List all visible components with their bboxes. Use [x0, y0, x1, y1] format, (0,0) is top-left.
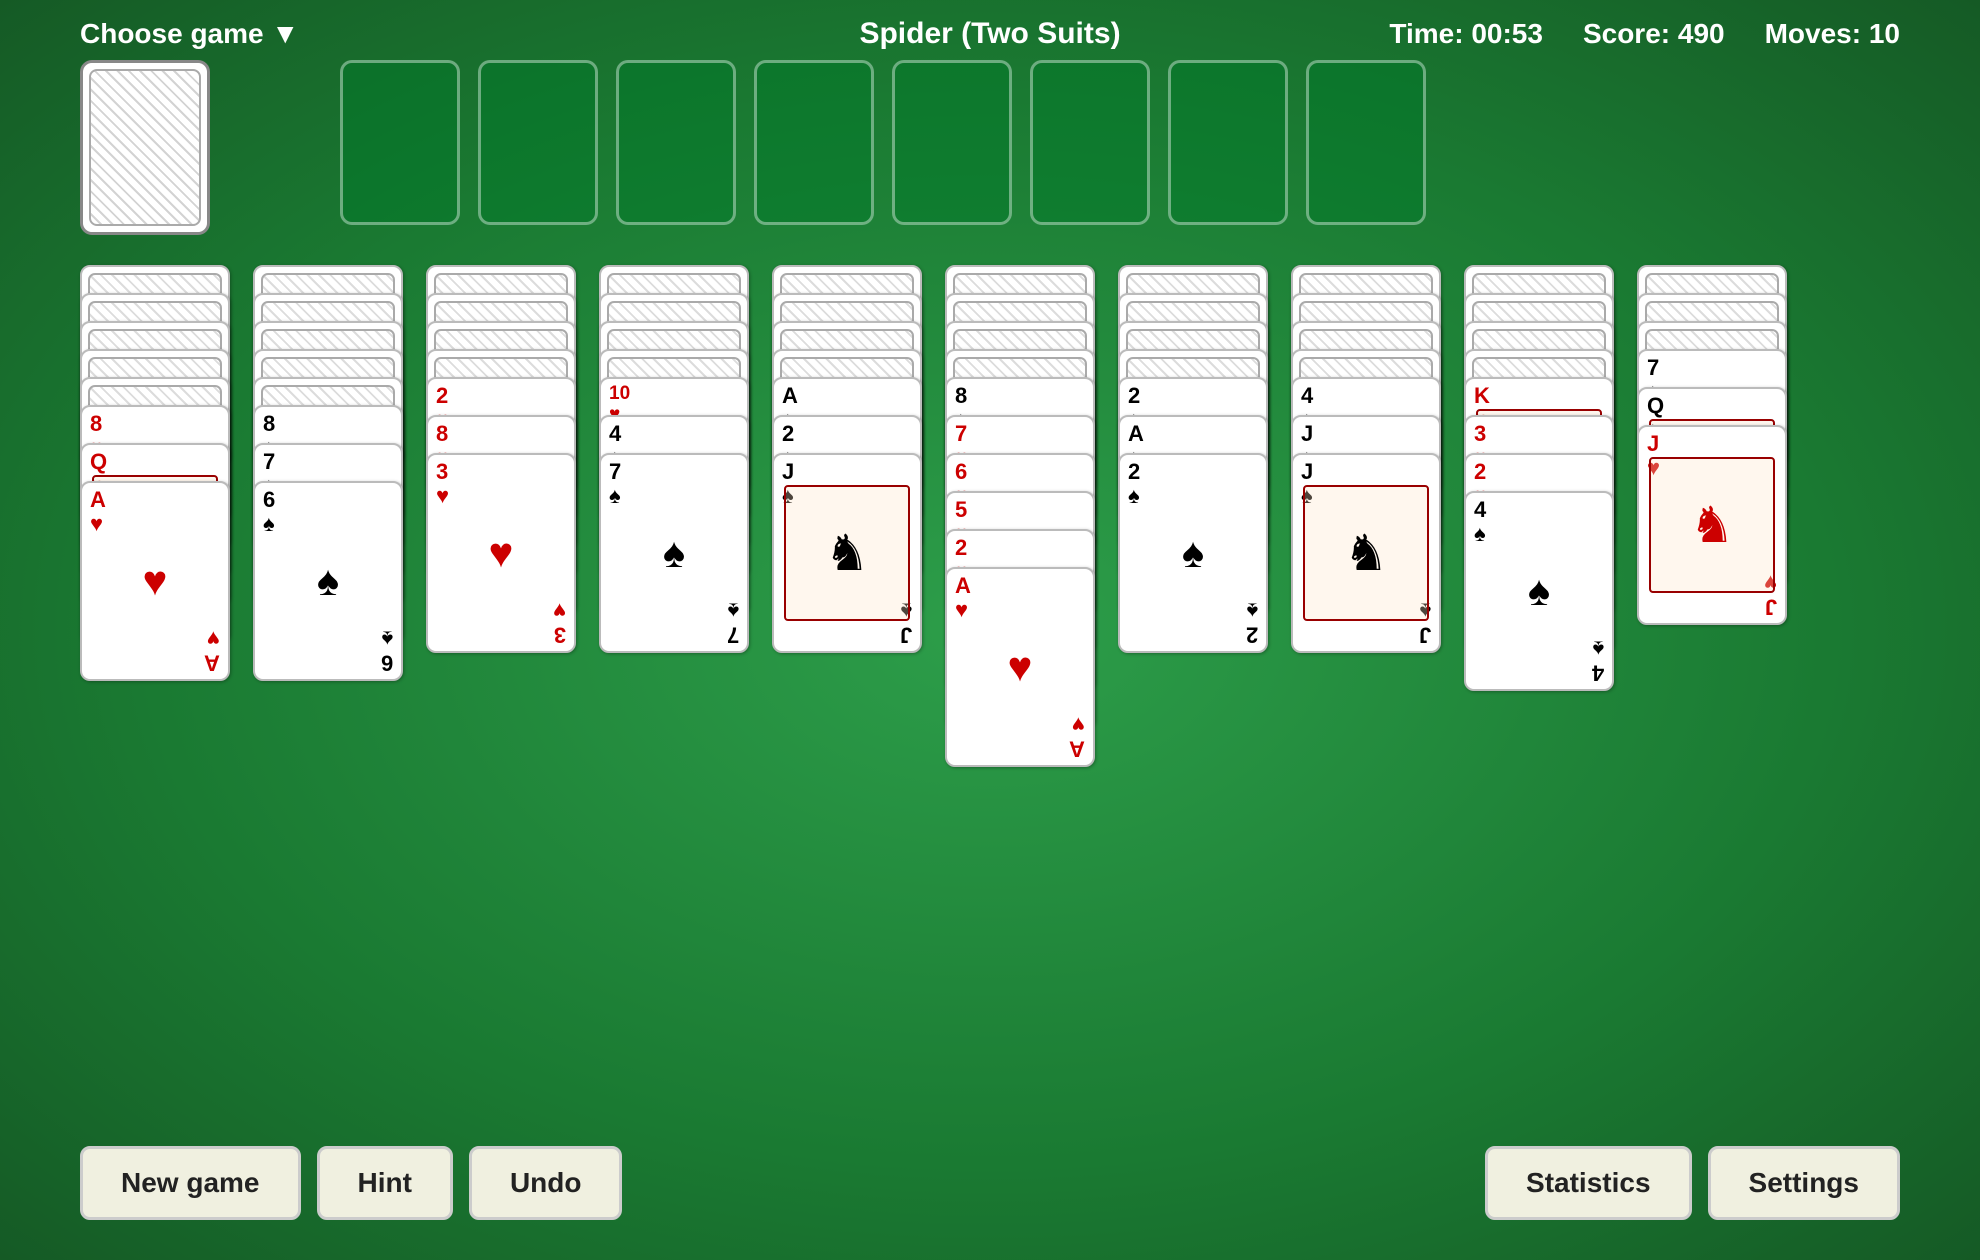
game-title: Spider (Two Suits): [859, 17, 1120, 51]
column-1: 8 ♠8 ♠♠7 ♠7 ♠♠6 ♠6 ♠♠: [253, 265, 408, 719]
column-2: 2 ♥2 ♥♥8 ♥8 ♥♥3 ♥3 ♥♥: [426, 265, 581, 691]
header: Choose game ▼ Spider (Two Suits) Time: 0…: [0, 18, 1980, 50]
foundation-area: [340, 60, 1426, 225]
foundation-slot-8: [1306, 60, 1426, 225]
bottom-bar: New game Hint Undo Statistics Settings: [80, 1146, 1900, 1220]
foundation-slot-7: [1168, 60, 1288, 225]
column-0: 8 ♥8 ♥♥Q ♥Q ♥♛A ♥A ♥♥: [80, 265, 235, 719]
card-faceup[interactable]: J ♠J ♠♞: [1291, 453, 1441, 653]
card-faceup[interactable]: A ♥A ♥♥: [80, 481, 230, 681]
foundation-slot-3: [616, 60, 736, 225]
right-buttons: Statistics Settings: [1485, 1146, 1900, 1220]
moves-stat: Moves: 10: [1765, 18, 1900, 50]
card-faceup[interactable]: 7 ♠7 ♠♠: [599, 453, 749, 653]
game-stats: Time: 00:53 Score: 490 Moves: 10: [1389, 18, 1900, 50]
foundation-slot-4: [754, 60, 874, 225]
card-faceup[interactable]: J ♠J ♠♞: [772, 453, 922, 653]
left-buttons: New game Hint Undo: [80, 1146, 622, 1220]
foundation-slot-6: [1030, 60, 1150, 225]
undo-button[interactable]: Undo: [469, 1146, 623, 1220]
column-7: 4 ♠4 ♠♠J ♠J ♠♠J ♠J ♠♞: [1291, 265, 1446, 691]
column-9: 7 ♠7 ♠♠Q ♠Q ♠♛J ♥J ♥♞: [1637, 265, 1792, 663]
foundation-slot-2: [478, 60, 598, 225]
card-faceup[interactable]: J ♥J ♥♞: [1637, 425, 1787, 625]
tableau: 8 ♥8 ♥♥Q ♥Q ♥♛A ♥A ♥♥8 ♠8 ♠♠7 ♠7 ♠♠6 ♠6 …: [80, 265, 1792, 805]
column-6: 2 ♠2 ♠♠A ♠A ♠♠2 ♠2 ♠♠: [1118, 265, 1273, 691]
foundation-slot-5: [892, 60, 1012, 225]
card-faceup[interactable]: 6 ♠6 ♠♠: [253, 481, 403, 681]
card-faceup[interactable]: 4 ♠4 ♠♠: [1464, 491, 1614, 691]
card-faceup[interactable]: 3 ♥3 ♥♥: [426, 453, 576, 653]
new-game-button[interactable]: New game: [80, 1146, 301, 1220]
settings-button[interactable]: Settings: [1708, 1146, 1900, 1220]
column-5: 8 ♠8 ♠♠7 ♥7 ♥♥6 ♥6 ♥♥5 ♥5 ♥♥2 ♥2 ♥♥A ♥A …: [945, 265, 1100, 805]
stock-pile[interactable]: [80, 60, 210, 235]
column-3: 10 ♥10 ♥♥4 ♠4 ♠♠7 ♠7 ♠♠: [599, 265, 754, 691]
statistics-button[interactable]: Statistics: [1485, 1146, 1692, 1220]
choose-game-button[interactable]: Choose game ▼: [80, 18, 299, 50]
card-faceup[interactable]: 2 ♠2 ♠♠: [1118, 453, 1268, 653]
time-stat: Time: 00:53: [1389, 18, 1543, 50]
hint-button[interactable]: Hint: [317, 1146, 453, 1220]
score-stat: Score: 490: [1583, 18, 1725, 50]
column-4: A ♠A ♠♠2 ♠2 ♠♠J ♠J ♠♞: [772, 265, 927, 691]
foundation-slot-1: [340, 60, 460, 225]
card-faceup[interactable]: A ♥A ♥♥: [945, 567, 1095, 767]
column-8: K ♥K ♥♚3 ♥3 ♥♥2 ♥2 ♥♥4 ♠4 ♠♠: [1464, 265, 1619, 729]
